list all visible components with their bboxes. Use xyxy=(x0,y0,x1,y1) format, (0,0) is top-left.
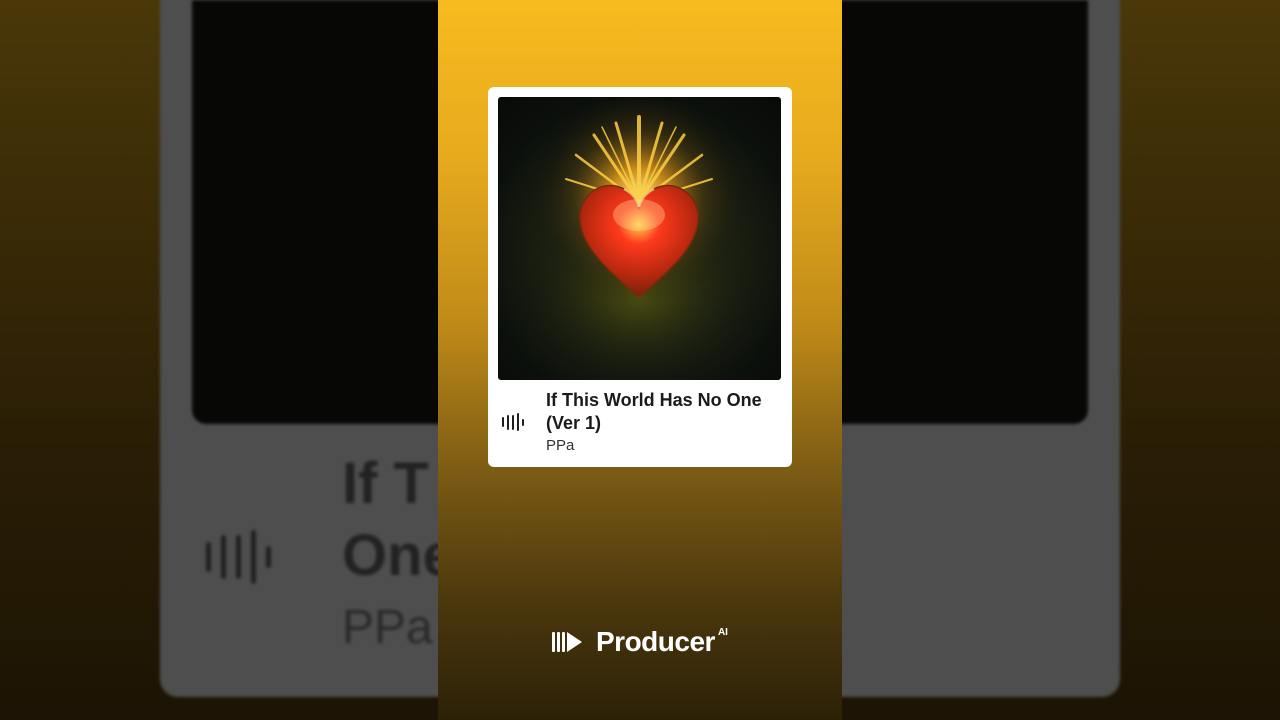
video-panel: If This World Has No One (Ver 1) PPa Pro… xyxy=(438,0,842,720)
producer-brand: Producer AI xyxy=(552,626,728,658)
background-waveform-icon xyxy=(206,528,286,586)
waveform-icon xyxy=(502,413,530,431)
background-artist: PPa xyxy=(342,601,433,654)
brand-superscript: AI xyxy=(717,626,728,638)
track-artist[interactable]: PPa xyxy=(546,437,574,455)
heart-artwork-image xyxy=(519,97,759,380)
track-card[interactable]: If This World Has No One (Ver 1) PPa xyxy=(488,87,792,467)
brand-name: Producer xyxy=(596,626,715,657)
producer-logo-icon xyxy=(552,632,582,652)
track-title[interactable]: If This World Has No One (Ver 1) xyxy=(546,389,782,435)
album-artwork xyxy=(498,97,781,380)
